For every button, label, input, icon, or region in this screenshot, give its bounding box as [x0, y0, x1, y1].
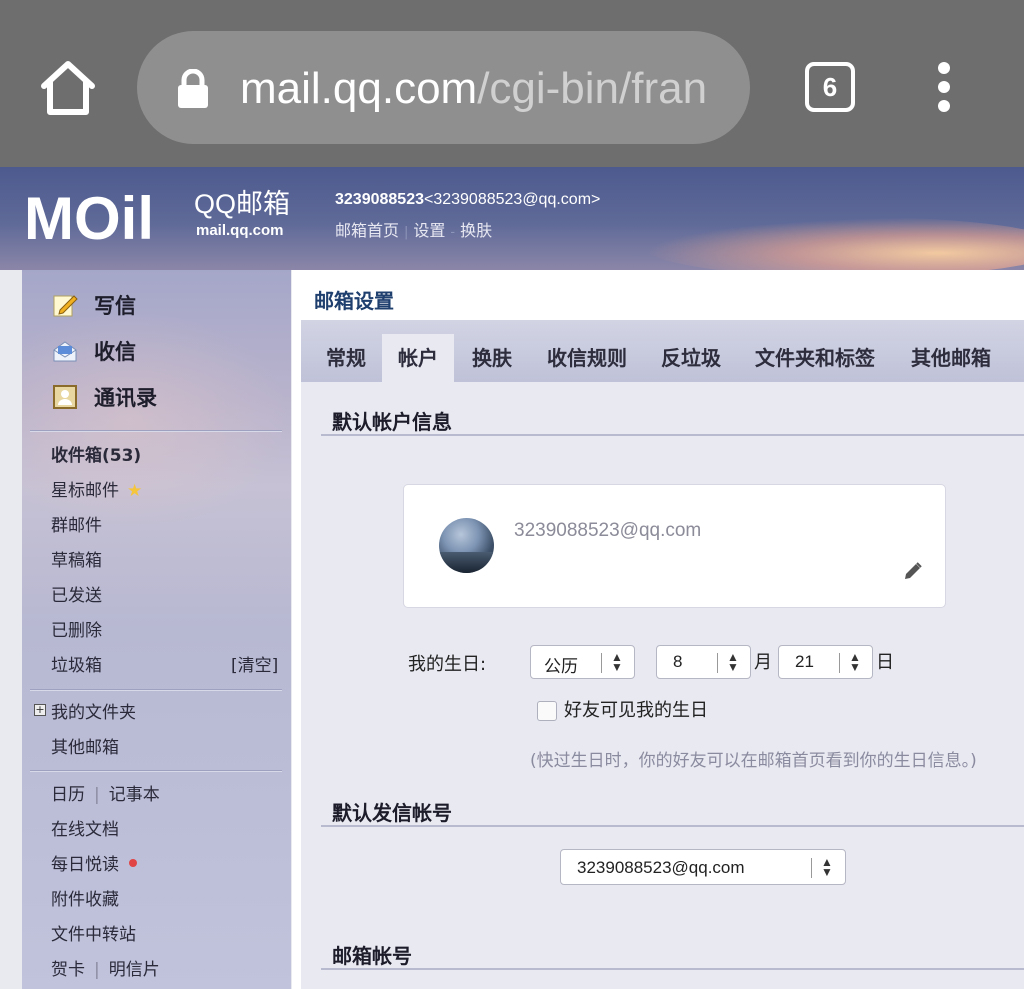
expand-plus-icon[interactable]: +: [34, 704, 46, 716]
select-arrows-icon: ▲ ▼: [611, 650, 623, 674]
folder-sent[interactable]: 已发送: [51, 581, 102, 606]
page-title: 邮箱设置: [314, 289, 394, 313]
daily-reading-link[interactable]: 每日悦读: [51, 850, 137, 875]
greeting-card-link[interactable]: 贺卡: [51, 960, 85, 980]
default-sender-value: 3239088523@qq.com: [577, 858, 745, 877]
star-icon: ★: [127, 481, 143, 501]
mail-logo[interactable]: MOil: [24, 189, 189, 245]
day-unit: 日: [876, 652, 894, 673]
birth-day-value: 21: [795, 652, 814, 671]
folder-group[interactable]: 群邮件: [51, 511, 102, 536]
pencil-edit-icon[interactable]: [903, 561, 923, 581]
tab-anti-spam[interactable]: 反垃圾: [651, 334, 731, 382]
account-info: 3239088523<3239088523@qq.com>: [335, 191, 600, 209]
inbox-icon: [52, 338, 78, 364]
header-decoration: [644, 217, 1024, 270]
settings-tabs: 常规 帐户 换肤 收信规则 反垃圾 文件夹和标签 其他邮箱: [301, 320, 1024, 382]
account-email: <3239088523@qq.com>: [423, 191, 601, 208]
avatar[interactable]: [439, 518, 494, 573]
account-settings-content: 默认帐户信息 3239088523@qq.com 我的生日: 公历 ▲ ▼ 8 ▲…: [301, 382, 1024, 989]
home-icon[interactable]: [38, 56, 98, 120]
receive-label: 收信: [94, 340, 136, 364]
online-docs-link[interactable]: 在线文档: [51, 815, 119, 840]
mail-header: MOil QQ邮箱 mail.qq.com 3239088523<3239088…: [0, 167, 1024, 270]
tools-row-calendar: 日历 | 记事本: [51, 785, 160, 805]
tab-other-mailboxes[interactable]: 其他邮箱: [901, 334, 1001, 382]
tab-general[interactable]: 常规: [317, 334, 375, 382]
account-card: 3239088523@qq.com: [403, 484, 946, 608]
contacts-icon: [52, 384, 78, 410]
folder-spam[interactable]: 垃圾箱: [51, 651, 102, 676]
birthday-label: 我的生日:: [408, 654, 487, 675]
birthday-hint: (快过生日时，你的好友可以在邮箱首页看到你的生日信息。): [530, 751, 977, 771]
lock-icon: [175, 68, 211, 109]
mailbox-home-link[interactable]: 邮箱首页: [335, 221, 399, 240]
folder-starred[interactable]: 星标邮件 ★: [51, 476, 142, 501]
folder-deleted[interactable]: 已删除: [51, 616, 102, 641]
select-arrows-icon: ▲ ▼: [727, 650, 739, 674]
file-transfer-link[interactable]: 文件中转站: [51, 920, 136, 945]
logo-domain: mail.qq.com: [196, 222, 284, 239]
url-path: /cgi-bin/fran: [477, 64, 708, 113]
daily-reading-label: 每日悦读: [51, 855, 119, 875]
birth-month-value: 8: [673, 652, 683, 671]
my-folders[interactable]: 我的文件夹: [51, 698, 136, 723]
url-text: mail.qq.com/cgi-bin/fran: [240, 61, 707, 117]
birthday-visible-label[interactable]: 好友可见我的生日: [564, 696, 708, 722]
contacts-label: 通讯录: [94, 386, 157, 410]
calendar-link[interactable]: 日历: [51, 785, 85, 805]
folder-drafts[interactable]: 草稿箱: [51, 546, 102, 571]
header-links: 邮箱首页 | 设置 - 换肤: [335, 221, 493, 240]
tab-switcher-button[interactable]: 6: [805, 62, 855, 112]
notepad-link[interactable]: 记事本: [109, 785, 160, 805]
section-default-account: 默认帐户信息: [332, 410, 452, 434]
section-default-sender: 默认发信帐号: [332, 801, 452, 825]
account-id: 3239088523: [335, 191, 424, 208]
sidebar: 写信 收信 通讯录 收件箱(53) 星标邮件 ★ 群邮件 草稿箱 已发送 已删除 …: [22, 270, 291, 989]
tools-row-cards: 贺卡 | 明信片: [51, 960, 160, 980]
tab-skin[interactable]: 换肤: [461, 334, 523, 382]
qq-mail-logo-text: QQ邮箱: [194, 189, 291, 219]
skin-link[interactable]: 换肤: [460, 221, 492, 240]
folder-inbox[interactable]: 收件箱(53): [51, 441, 141, 466]
default-sender-select[interactable]: 3239088523@qq.com ▲ ▼: [560, 849, 846, 885]
contacts-button[interactable]: 通讯录: [52, 382, 157, 412]
receive-button[interactable]: 收信: [52, 336, 136, 366]
birthday-visible-checkbox[interactable]: [537, 701, 557, 721]
spam-clear-link[interactable]: [清空]: [231, 651, 278, 676]
browser-toolbar: mail.qq.com/cgi-bin/fran 6: [0, 0, 1024, 167]
address-bar[interactable]: mail.qq.com/cgi-bin/fran: [137, 31, 750, 144]
other-mailboxes[interactable]: 其他邮箱: [51, 733, 119, 758]
select-arrows-icon: ▲ ▼: [821, 855, 833, 879]
birth-day-select[interactable]: 21 ▲ ▼: [778, 645, 873, 679]
tab-mail-rules[interactable]: 收信规则: [537, 334, 637, 382]
card-email: 3239088523@qq.com: [514, 520, 702, 541]
unread-dot-icon: [129, 859, 137, 867]
mail-logo-text: MOil: [24, 189, 154, 245]
settings-link[interactable]: 设置: [413, 221, 445, 240]
tab-account[interactable]: 帐户: [382, 334, 454, 382]
compose-icon: [52, 292, 78, 318]
select-arrows-icon: ▲ ▼: [849, 650, 861, 674]
tab-folders-labels[interactable]: 文件夹和标签: [745, 334, 885, 382]
calendar-type-value: 公历: [544, 657, 578, 676]
settings-panel: 邮箱设置 常规 帐户 换肤 收信规则 反垃圾 文件夹和标签 其他邮箱 默认帐户信…: [292, 270, 1024, 989]
overflow-menu-icon[interactable]: [930, 62, 958, 114]
birth-month-select[interactable]: 8 ▲ ▼: [656, 645, 751, 679]
postcard-link[interactable]: 明信片: [109, 960, 160, 980]
url-host: mail.qq.com: [240, 64, 478, 113]
section-mail-account: 邮箱帐号: [332, 944, 412, 968]
calendar-type-select[interactable]: 公历 ▲ ▼: [530, 645, 635, 679]
month-unit: 月: [754, 652, 772, 673]
compose-button[interactable]: 写信: [52, 290, 136, 320]
compose-label: 写信: [94, 294, 136, 318]
folder-starred-label: 星标邮件: [51, 481, 119, 501]
attachments-link[interactable]: 附件收藏: [51, 885, 119, 910]
